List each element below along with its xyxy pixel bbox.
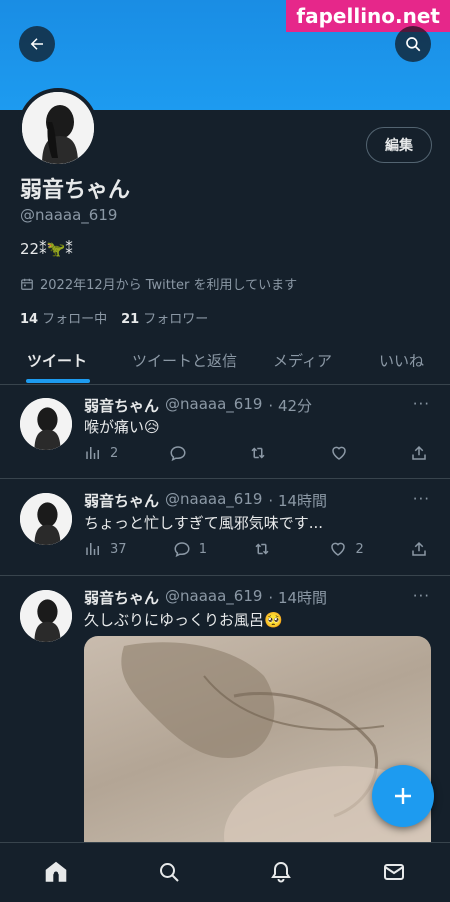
tweet-item[interactable]: 弱音ちゃん @naaaa_619 · 14時間 ··· ちょっと忙しすぎて風邪気味で… (0, 479, 450, 576)
heart-icon (330, 444, 348, 462)
search-button[interactable] (395, 26, 431, 62)
tab-tweets-replies[interactable]: ツイートと返信 (132, 338, 237, 382)
envelope-icon (382, 860, 406, 884)
reply-icon (173, 540, 191, 558)
tab-likes[interactable]: いいね (379, 338, 424, 382)
home-icon (43, 859, 69, 885)
profile-bio: 22⁑🦖⁑ (20, 240, 73, 258)
reply-button[interactable]: 1 (173, 540, 207, 558)
tweet-text: 久しぶりにゆっくりお風呂🥺 (84, 611, 283, 629)
tweet-avatar[interactable] (20, 590, 72, 642)
plus-icon (391, 784, 415, 808)
search-icon (404, 35, 422, 53)
nav-notifications[interactable] (261, 857, 301, 887)
joined-text: 2022年12月から Twitter を利用しています (40, 278, 298, 293)
retweet-button[interactable] (253, 540, 283, 558)
tweet-header: 弱音ちゃん @naaaa_619 · 14時間 (84, 587, 328, 607)
reply-button[interactable] (169, 444, 199, 462)
share-icon (410, 540, 428, 558)
bell-icon (269, 860, 293, 884)
tweet-text: 喉が痛い😥 (84, 418, 160, 436)
views-chart-icon (84, 444, 102, 462)
tweet-actions: 2 (84, 442, 430, 464)
more-options-icon[interactable]: ··· (413, 395, 430, 413)
tweet-text: ちょっと忙しすぎて風邪気味です... (84, 514, 324, 532)
back-button[interactable] (19, 26, 55, 62)
share-button[interactable] (410, 540, 430, 558)
tweet-actions: 37 1 2 (84, 538, 430, 560)
edit-profile-button[interactable]: 編集 (366, 127, 432, 163)
tab-tweets[interactable]: ツイート (27, 338, 87, 382)
followers-link[interactable]: 21 フォロワー (121, 308, 208, 327)
like-button[interactable]: 2 (329, 540, 364, 558)
share-button[interactable] (410, 444, 430, 462)
heart-icon (329, 540, 347, 558)
tweet-avatar[interactable] (20, 398, 72, 450)
more-options-icon[interactable]: ··· (413, 587, 430, 605)
tweet-media-image[interactable] (84, 636, 431, 856)
tweet-header: 弱音ちゃん @naaaa_619 · 42分 (84, 395, 313, 415)
follow-stats: 14 フォロー中 21 フォロワー (20, 308, 208, 327)
compose-tweet-button[interactable] (372, 765, 434, 827)
nav-messages[interactable] (374, 857, 414, 887)
following-link[interactable]: 14 フォロー中 (20, 308, 107, 327)
share-icon (410, 444, 428, 462)
nav-search[interactable] (149, 857, 189, 887)
profile-tabs: ツイート ツイートと返信 メディア いいね (0, 338, 450, 385)
back-arrow-icon (28, 35, 46, 53)
watermark: fapellino.net (286, 0, 450, 32)
tweet-header: 弱音ちゃん @naaaa_619 · 14時間 (84, 490, 328, 510)
joined-date: 2022年12月から Twitter を利用しています (20, 274, 297, 293)
profile-name: 弱音ちゃん (20, 178, 131, 203)
like-button[interactable] (330, 444, 360, 462)
views-button[interactable]: 2 (84, 444, 118, 462)
search-icon (157, 860, 181, 884)
retweet-icon (253, 540, 271, 558)
active-tab-indicator (26, 379, 90, 383)
calendar-icon (20, 277, 34, 291)
views-chart-icon (84, 540, 102, 558)
tweet-avatar[interactable] (20, 493, 72, 545)
nav-home[interactable] (36, 857, 76, 887)
bottom-navigation (0, 842, 450, 902)
tab-media[interactable]: メディア (273, 338, 332, 382)
more-options-icon[interactable]: ··· (413, 490, 430, 508)
profile-handle: @naaaa_619 (20, 206, 118, 224)
profile-avatar[interactable] (18, 88, 98, 168)
tweet-item[interactable]: 弱音ちゃん @naaaa_619 · 42分 ··· 喉が痛い😥 2 (0, 384, 450, 479)
retweet-button[interactable] (249, 444, 279, 462)
reply-icon (169, 444, 187, 462)
views-button[interactable]: 37 (84, 540, 127, 558)
retweet-icon (249, 444, 267, 462)
